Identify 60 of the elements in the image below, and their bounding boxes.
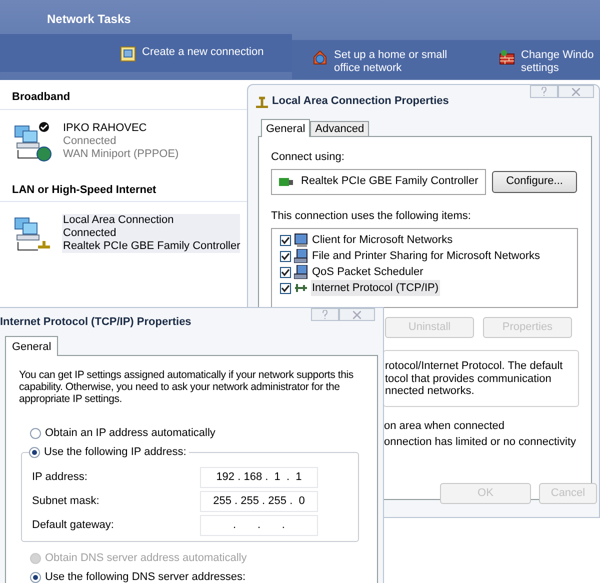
- connection-entry[interactable]: Local Area Connection Connected Realtek PCIe GBE Family Controller: [62, 214, 240, 253]
- radio-label: Obtain an IP address automatically: [45, 426, 216, 442]
- list-item[interactable]: Internet Protocol (TCP/IP): [311, 280, 440, 296]
- list-item[interactable]: QoS Packet Scheduler: [311, 264, 424, 280]
- field-label: Subnet mask:: [32, 494, 100, 509]
- connection-globe-icon: [14, 122, 52, 162]
- option-label: on area when connected: [384, 419, 506, 434]
- configure-button[interactable]: Configure...: [492, 170, 577, 192]
- checkbox[interactable]: [280, 266, 291, 278]
- connection-status: Connected: [63, 134, 118, 148]
- adapter-name: Realtek PCIe GBE Family Controller: [301, 174, 478, 190]
- network-card-icon: [279, 176, 293, 186]
- checkbox[interactable]: [280, 250, 291, 262]
- task-icon: [499, 49, 515, 65]
- close-icon: [572, 88, 580, 96]
- window-title: Internet Protocol (TCP/IP) Properties: [0, 316, 192, 328]
- field-label: IP address:: [32, 470, 88, 485]
- description-text: nnected networks.: [385, 385, 476, 398]
- list-item[interactable]: File and Printer Sharing for Microsoft Networks: [311, 248, 542, 264]
- connection-entry[interactable]: IPKO RAHOVEC Connected WAN Miniport (PPPOE): [62, 122, 240, 160]
- window-title: Local Area Connection Properties: [272, 94, 449, 110]
- tab[interactable]: Advanced: [310, 121, 370, 136]
- description-text: tocol that provides communication: [385, 372, 552, 385]
- service-icon: [294, 249, 308, 263]
- service-icon: [294, 265, 308, 279]
- radio-label: Use the following DNS server addresses:: [45, 570, 246, 583]
- tab[interactable]: General: [261, 119, 310, 137]
- radio-label: Use the following IP address:: [44, 445, 186, 460]
- task-link[interactable]: Create a new connection: [120, 46, 264, 62]
- radio-button[interactable]: [30, 572, 41, 583]
- radio-button[interactable]: [30, 428, 41, 439]
- ip-field[interactable]: 255 . 255 . 255 . 0: [200, 490, 318, 512]
- radio-label: Obtain DNS server address automatically: [45, 551, 247, 566]
- close-icon: [353, 310, 361, 318]
- protocol-icon: [294, 281, 308, 295]
- checkbox[interactable]: [280, 234, 291, 246]
- option-label: onnection has limited or no connectivity: [384, 435, 577, 450]
- description-text: rotocol/Internet Protocol. The default: [385, 360, 564, 372]
- task-icon: [120, 46, 136, 62]
- connection-name: Local Area Connection: [63, 214, 175, 227]
- field-label: Connect using:: [271, 150, 346, 165]
- radio-button[interactable]: [29, 447, 40, 458]
- help-icon: [541, 87, 547, 96]
- task-link[interactable]: Change Windo settings: [499, 49, 594, 75]
- task-link[interactable]: Set up a home or small office network: [312, 49, 448, 75]
- list-item[interactable]: Client for Microsoft Networks: [311, 232, 454, 248]
- help-icon: [322, 310, 328, 319]
- field-label: Default gateway:: [32, 518, 115, 533]
- connection-device: Realtek PCIe GBE Family Controller: [63, 240, 240, 253]
- ip-field[interactable]: 192 . 168 . 1 . 1: [200, 466, 318, 488]
- connection-device: WAN Miniport (PPPOE): [63, 148, 179, 160]
- connection-name: IPKO RAHOVEC: [63, 122, 148, 134]
- tab[interactable]: General: [5, 336, 58, 356]
- field-label: This connection uses the following items:: [271, 208, 472, 224]
- checkbox[interactable]: [280, 282, 291, 294]
- ip-field[interactable]: . . .: [200, 514, 318, 536]
- intro-text: You can get IP settings assigned automatically if your network supports this capability. Otherwise, you need to ask your network administrator for the appropriate IP settings.: [19, 369, 354, 405]
- panel-title: Network Tasks: [47, 11, 131, 28]
- connection-status: Connected: [63, 227, 118, 240]
- client-icon: [294, 233, 308, 247]
